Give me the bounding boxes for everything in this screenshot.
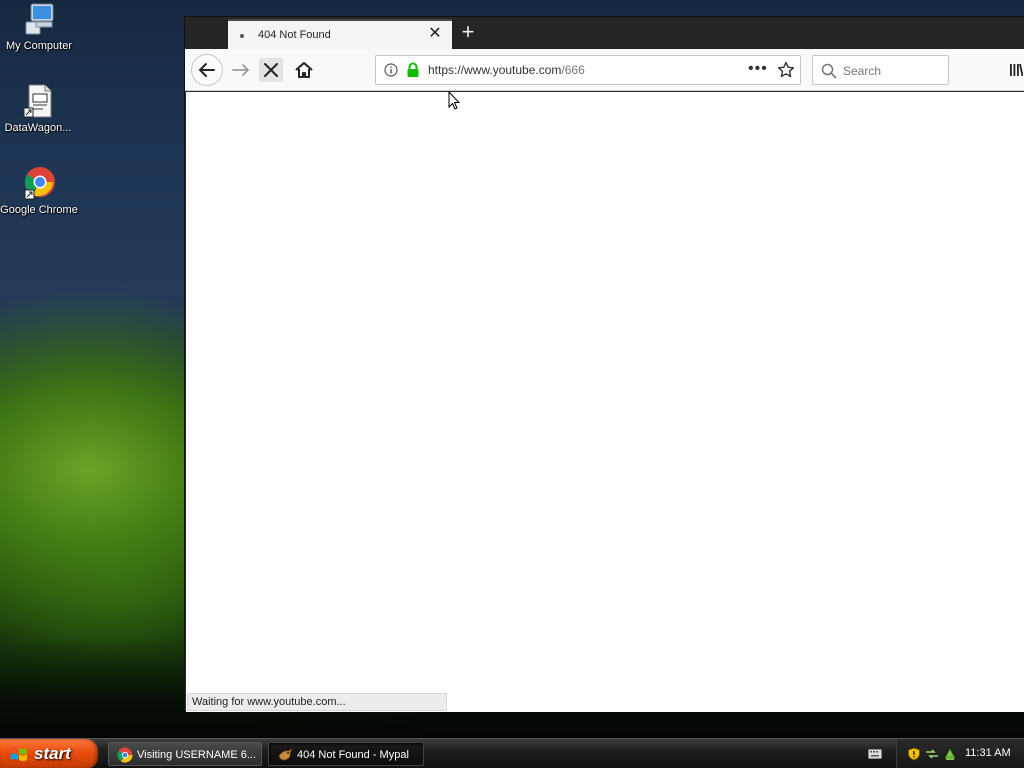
- security-shield-icon[interactable]: [907, 747, 921, 761]
- address-bar[interactable]: https://www.youtube.com/666 •••: [375, 55, 801, 85]
- computer-icon: [22, 2, 56, 36]
- taskbar: start Visiting USERNAME 6... 404 Not Fou…: [0, 738, 1024, 768]
- url-text[interactable]: https://www.youtube.com/666: [428, 63, 585, 77]
- chrome-icon: [22, 166, 56, 200]
- bookmark-star-icon[interactable]: [777, 61, 795, 79]
- search-input[interactable]: [843, 62, 943, 80]
- nav-toolbar: https://www.youtube.com/666 •••: [185, 49, 1024, 91]
- back-arrow-icon: [199, 63, 215, 77]
- network-icon[interactable]: [925, 747, 939, 761]
- status-bar: Waiting for www.youtube.com...: [187, 693, 447, 711]
- clock[interactable]: 11:31 AM: [965, 747, 1011, 759]
- stop-button[interactable]: [259, 58, 283, 82]
- file-shortcut-icon: [21, 84, 55, 118]
- desktop-icon-label: Google Chrome: [0, 204, 78, 216]
- desktop-icon-my-computer[interactable]: My Computer: [0, 2, 79, 53]
- keyboard-icon[interactable]: [868, 748, 882, 760]
- tab-strip: 404 Not Found ✕ +: [185, 17, 1024, 49]
- tab-close-button[interactable]: ✕: [426, 25, 444, 43]
- taskbar-item-label: 404 Not Found - Mypal: [297, 749, 409, 761]
- info-icon[interactable]: [384, 63, 398, 77]
- tab-loading-icon: [240, 34, 244, 38]
- windows-flag-icon: [11, 747, 27, 761]
- browser-window: 404 Not Found ✕ + https://www.youtube.co…: [184, 16, 1024, 712]
- tab-404-not-found[interactable]: 404 Not Found ✕: [228, 19, 452, 49]
- desktop-icon-label: DataWagon...: [4, 122, 72, 134]
- desktop-icon-datawagon[interactable]: DataWagon...: [0, 84, 78, 135]
- start-button[interactable]: start: [0, 739, 98, 768]
- home-button[interactable]: [292, 58, 316, 82]
- home-icon: [295, 62, 313, 78]
- forward-button[interactable]: [229, 58, 253, 82]
- page-content-area[interactable]: [186, 92, 1024, 712]
- search-icon: [821, 63, 837, 79]
- url-host: https://www.youtube.com: [428, 63, 562, 77]
- url-path: /666: [561, 63, 585, 77]
- taskbar-item-label: Visiting USERNAME 6...: [137, 749, 257, 761]
- taskbar-item-chrome[interactable]: Visiting USERNAME 6...: [108, 742, 262, 766]
- library-icon[interactable]: [1009, 62, 1023, 78]
- system-tray: 11:31 AM: [896, 739, 1024, 768]
- safely-remove-icon[interactable]: [943, 747, 957, 761]
- chrome-icon: [117, 747, 133, 763]
- new-tab-button[interactable]: +: [457, 21, 479, 43]
- page-actions-button[interactable]: •••: [748, 60, 768, 78]
- taskbar-item-mypal[interactable]: 404 Not Found - Mypal: [268, 742, 424, 766]
- search-box[interactable]: [812, 55, 949, 85]
- back-button[interactable]: [191, 54, 223, 86]
- forward-arrow-icon: [232, 64, 249, 76]
- lock-icon[interactable]: [406, 62, 420, 78]
- mypal-icon: [278, 747, 293, 761]
- close-icon: [264, 63, 278, 77]
- mouse-cursor-icon: [448, 91, 460, 110]
- desktop-icon-label: My Computer: [5, 40, 73, 52]
- desktop-icon-google-chrome[interactable]: Google Chrome: [0, 166, 79, 217]
- tab-title: 404 Not Found: [258, 29, 331, 41]
- start-label: start: [34, 744, 71, 763]
